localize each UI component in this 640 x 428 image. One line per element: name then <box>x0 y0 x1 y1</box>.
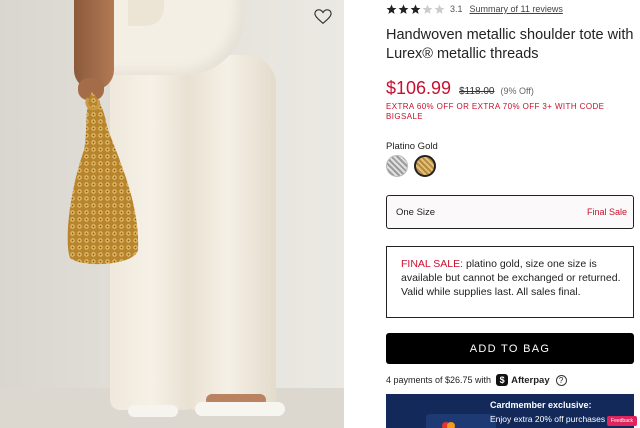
afterpay-logo: $ Afterpay <box>496 374 550 386</box>
color-label: Platino Gold <box>386 141 438 152</box>
feedback-button[interactable]: Feedback <box>607 416 637 426</box>
final-sale-notice: FINAL SALE: platino gold, size one size … <box>386 246 634 318</box>
cardmember-title: Cardmember exclusive: <box>490 400 592 410</box>
color-swatches <box>386 155 436 177</box>
product-image[interactable] <box>0 0 344 428</box>
model-arm <box>74 0 114 90</box>
star-icon <box>410 4 421 14</box>
product-title: Handwoven metallic shoulder tote with Lu… <box>386 27 634 62</box>
size-name: One Size <box>396 206 436 218</box>
sale-price: $106.99 <box>386 78 452 98</box>
rating-row: 3.1 Summary of 11 reviews <box>386 2 563 16</box>
reviews-summary-link[interactable]: Summary of 11 reviews <box>470 4 563 14</box>
credit-card-image <box>426 414 496 428</box>
product-details: 3.1 Summary of 11 reviews Handwoven meta… <box>386 0 640 428</box>
final-sale-notice-label: FINAL SALE: <box>401 258 464 270</box>
cardmember-text: Enjoy extra 20% off purchases <box>490 414 606 424</box>
afterpay-row: 4 payments of $26.75 with $ Afterpay ? <box>386 374 567 386</box>
star-icon <box>386 4 397 14</box>
original-price: $118.00 <box>459 86 495 97</box>
afterpay-brand: Afterpay <box>511 374 550 386</box>
star-icon <box>398 4 409 14</box>
info-icon[interactable]: ? <box>555 374 567 386</box>
rating-stars <box>386 4 445 15</box>
add-to-bag-button[interactable]: ADD TO BAG <box>386 333 634 364</box>
gold-swatch[interactable] <box>414 155 436 177</box>
rating-value: 3.1 <box>450 4 463 14</box>
sandal-left <box>128 405 178 417</box>
afterpay-text: 4 payments of $26.75 with <box>386 375 492 385</box>
star-icon <box>434 4 445 14</box>
card-logo-orange <box>447 422 455 428</box>
price-row: $106.99 $118.00 (9% Off) <box>386 78 534 99</box>
model-pants-right-leg <box>188 55 276 410</box>
silver-swatch[interactable] <box>386 155 408 177</box>
size-option-one-size[interactable]: One Size Final Sale <box>386 195 634 229</box>
woven-tote-bag <box>67 92 139 265</box>
sandal-right <box>195 402 285 416</box>
percent-off: (9% Off) <box>500 86 534 96</box>
final-sale-label: Final Sale <box>586 207 627 217</box>
promo-code-text: EXTRA 60% OFF OR EXTRA 70% OFF 3+ WITH C… <box>386 102 605 121</box>
heart-icon[interactable] <box>314 8 332 26</box>
cardmember-banner[interactable]: Cardmember exclusive: Enjoy extra 20% of… <box>386 394 634 428</box>
star-icon <box>422 4 433 14</box>
afterpay-icon: $ <box>496 374 509 386</box>
